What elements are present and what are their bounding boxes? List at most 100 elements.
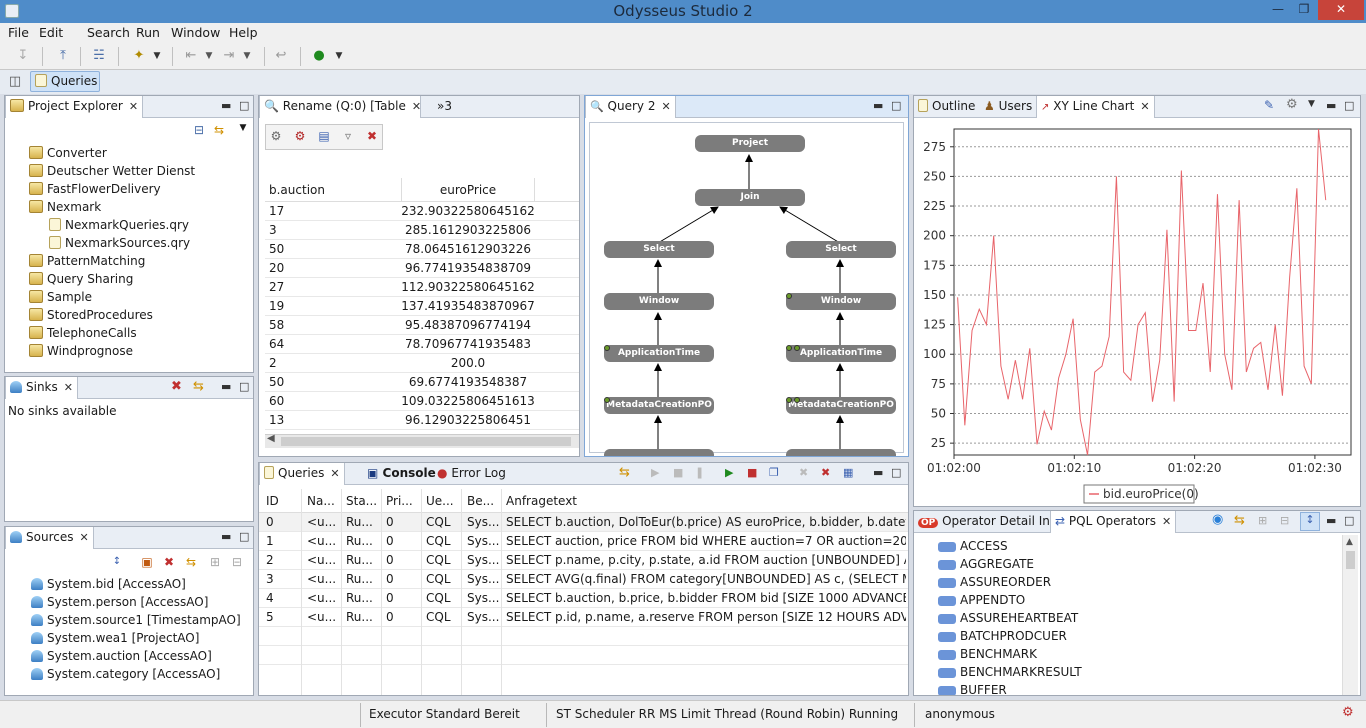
back-icon[interactable]: ⇤ <box>182 47 200 65</box>
maximize-view-icon[interactable]: □ <box>1344 99 1354 112</box>
graph-node-partial-left[interactable] <box>604 449 714 456</box>
list-item[interactable]: ASSUREORDER <box>938 573 1338 591</box>
refresh-icon[interactable]: ⇆ <box>193 379 204 394</box>
table-row[interactable]: 17 232.90322580645162 <box>265 202 579 221</box>
table-row[interactable]: 3 285.1612903225806 <box>265 221 579 240</box>
collapse-all-icon[interactable]: ⊟ <box>1280 514 1289 527</box>
graph-node-partial-right[interactable] <box>786 449 896 456</box>
tree-item[interactable]: TelephoneCalls <box>29 324 195 342</box>
refresh-icon[interactable]: ⇆ <box>619 465 630 480</box>
close-icon[interactable]: ✕ <box>79 531 88 544</box>
info-icon[interactable]: ◉ <box>1212 512 1223 527</box>
vertical-scrollbar[interactable]: ▲ <box>1342 535 1358 695</box>
list-item[interactable]: System.wea1 [ProjectAO] <box>31 629 241 647</box>
notification-icon[interactable]: ⚙ <box>1342 705 1354 720</box>
column-header-user[interactable]: Be... <box>467 489 494 513</box>
filter-icon[interactable]: ▿ <box>340 128 356 144</box>
minimize-button[interactable]: — <box>1266 0 1290 20</box>
maximize-view-icon[interactable]: □ <box>239 99 249 112</box>
minimize-view-icon[interactable]: ▬ <box>221 99 231 112</box>
column-header-parser[interactable]: Ue... <box>426 489 454 513</box>
tree-item[interactable]: NexmarkSources.qry <box>29 234 195 252</box>
chevron-down-icon[interactable]: ▼ <box>238 47 256 65</box>
tree-item[interactable]: Deutscher Wetter Dienst <box>29 162 195 180</box>
tree-item[interactable]: StoredProcedures <box>29 306 195 324</box>
tab-operator-detail-info[interactable]: OP Operator Detail Info <box>914 511 1065 533</box>
tab-overflow[interactable]: »3 <box>433 96 456 118</box>
table-row[interactable]: 64 78.70967741935483 <box>265 335 579 354</box>
tab-xy-line-chart[interactable]: ↗ XY Line Chart ✕ <box>1036 96 1155 118</box>
tab-sinks[interactable]: Sinks ✕ <box>5 377 78 399</box>
minimize-view-icon[interactable]: ▬ <box>221 380 231 393</box>
remove-query-icon[interactable]: ✖ <box>799 466 808 479</box>
tab-sources[interactable]: Sources ✕ <box>5 527 94 549</box>
tab-error-log[interactable]: ● Error Log <box>433 463 510 485</box>
list-item[interactable]: System.source1 [TimestampAO] <box>31 611 241 629</box>
list-item[interactable]: BENCHMARKRESULT <box>938 663 1338 681</box>
sort-az-icon[interactable]: ↕ <box>1300 512 1320 531</box>
list-item[interactable]: System.bid [AccessAO] <box>31 575 241 593</box>
tab-console[interactable]: ▣ Console <box>363 463 440 485</box>
graph-node-applicationtime-right[interactable]: ApplicationTime <box>786 345 896 362</box>
close-icon[interactable]: ✕ <box>129 100 138 113</box>
list-item[interactable]: APPENDTO <box>938 591 1338 609</box>
minimize-view-icon[interactable]: ▬ <box>873 99 883 112</box>
tab-project-explorer[interactable]: Project Explorer ✕ <box>5 96 144 118</box>
table-row[interactable]: 2 <u... Ru... 0 CQL Sys... SELECT p.name, p.ci… <box>259 551 908 570</box>
tree-item[interactable]: Nexmark <box>29 198 195 216</box>
run-icon[interactable]: ● <box>310 47 328 65</box>
close-icon[interactable]: ✕ <box>1140 100 1149 113</box>
list-item[interactable]: BATCHPRODCUER <box>938 627 1338 645</box>
maximize-view-icon[interactable]: □ <box>239 530 249 543</box>
table-row[interactable]: 60 109.03225806451613 <box>265 392 579 411</box>
tab-pql-operators[interactable]: ⇄ PQL Operators ✕ <box>1050 511 1177 533</box>
menu-run[interactable]: Run <box>136 25 160 40</box>
menu-file[interactable]: File <box>8 25 29 40</box>
edit-chart-icon[interactable]: ✎ <box>1264 98 1274 112</box>
scrollbar-thumb[interactable] <box>281 437 571 446</box>
graph-node-join[interactable]: Join <box>695 189 805 206</box>
table-row[interactable]: 4 <u... Ru... 0 CQL Sys... SELECT b.auction, b… <box>259 589 908 608</box>
view-menu-icon[interactable]: ▼ <box>1308 99 1315 109</box>
graph-node-metadata-left[interactable]: MetadataCreationPO <box>604 397 714 414</box>
column-header-europrice[interactable]: euroPrice <box>401 178 535 202</box>
refresh-icon[interactable]: ⇆ <box>183 554 199 570</box>
add-source-icon[interactable]: ▣ <box>139 554 155 570</box>
close-icon[interactable]: ✕ <box>661 100 670 113</box>
suspend-query-icon[interactable]: ❚ <box>695 466 704 479</box>
graph-node-window-left[interactable]: Window <box>604 293 714 310</box>
copy-icon[interactable]: ❐ <box>769 466 779 479</box>
column-header-name[interactable]: Na... <box>307 489 335 513</box>
expand-all-icon[interactable]: ⊞ <box>207 554 223 570</box>
list-item[interactable]: AGGREGATE <box>938 555 1338 573</box>
menu-window[interactable]: Window <box>171 25 220 40</box>
column-header-id[interactable]: ID <box>266 489 279 513</box>
maximize-view-icon[interactable]: □ <box>1344 514 1354 527</box>
maximize-view-icon[interactable]: □ <box>891 99 901 112</box>
menu-help[interactable]: Help <box>229 25 258 40</box>
chevron-down-icon[interactable]: ▼ <box>200 47 218 65</box>
sort-az-icon[interactable]: ↕ <box>109 554 125 570</box>
tree-item[interactable]: PatternMatching <box>29 252 195 270</box>
network-icon[interactable]: ☵ <box>90 47 108 65</box>
start-query-icon[interactable]: ▶ <box>651 466 659 479</box>
table-row[interactable]: 58 95.48387096774194 <box>265 316 579 335</box>
close-icon[interactable]: ✕ <box>64 381 73 394</box>
table-row[interactable]: 20 96.77419354838709 <box>265 259 579 278</box>
maximize-view-icon[interactable]: □ <box>891 466 901 479</box>
start-all-icon[interactable]: ▶ <box>725 466 733 479</box>
list-item[interactable]: ACCESS <box>938 537 1338 555</box>
table-row[interactable]: 13 96.12903225806451 <box>265 411 579 430</box>
list-item[interactable]: System.auction [AccessAO] <box>31 647 241 665</box>
chevron-down-icon[interactable]: ▼ <box>330 47 348 65</box>
tree-item[interactable]: Windprognose <box>29 342 195 360</box>
menu-edit[interactable]: Edit <box>39 25 63 40</box>
delete-icon[interactable]: ✖ <box>161 554 177 570</box>
tab-query-2[interactable]: 🔍 Query 2 ✕ <box>585 96 676 118</box>
table-row[interactable]: 0 <u... Ru... 0 CQL Sys... SELECT b.auction, D… <box>259 513 908 532</box>
stop-icon[interactable]: ⚙ <box>292 128 308 144</box>
table-row[interactable]: 27 112.90322580645162 <box>265 278 579 297</box>
tab-rename-table[interactable]: 🔍 Rename (Q:0) [Table ✕ <box>259 96 421 118</box>
perspective-queries[interactable]: Queries <box>30 71 100 92</box>
gear-icon[interactable]: ⚙ <box>268 128 284 144</box>
